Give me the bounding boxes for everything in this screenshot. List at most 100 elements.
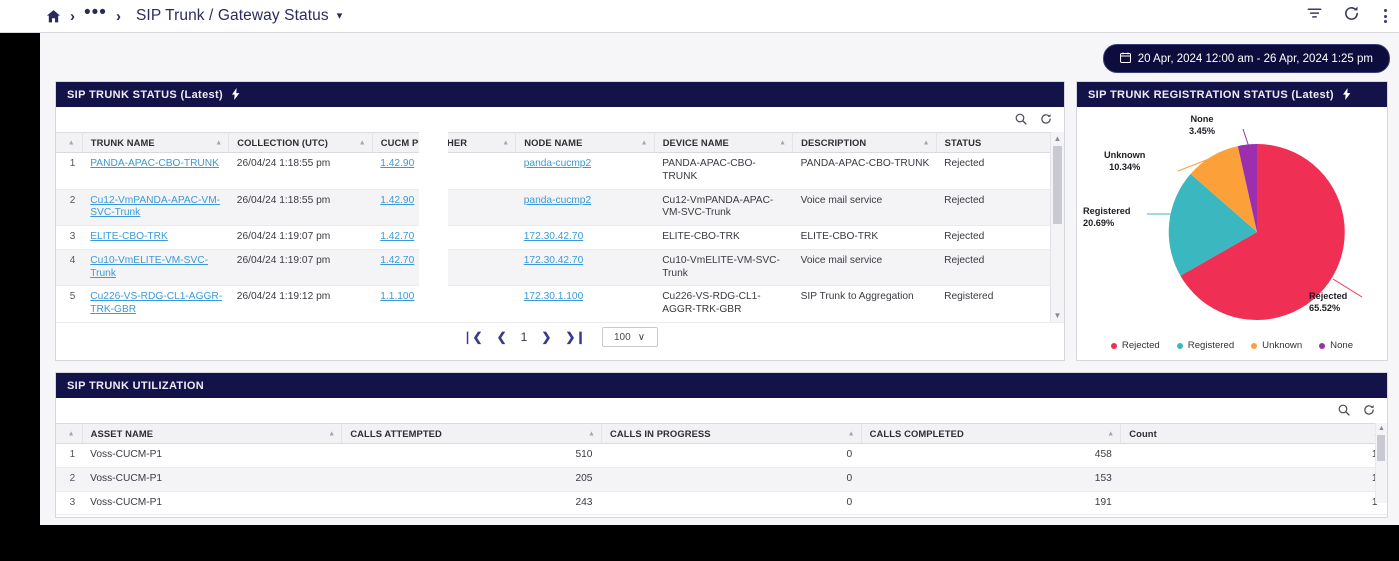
scroll-up-icon[interactable]: ▲ [1376,423,1387,434]
cell-trunk-name[interactable]: Cu12-VmPANDA-APAC-VM-SVC-Trunk [82,189,229,226]
cell-calls-completed: 458 [861,443,1121,468]
scrollbar-thumb[interactable] [1377,435,1385,461]
calendar-icon [1119,52,1131,66]
util-col-calls-completed[interactable]: CALLS COMPLETED ▲ [861,423,1122,444]
util-col-count[interactable]: Count▲ [1120,423,1387,444]
utilization-table-area: ▲ ASSET NAME ▲ CALLS ATTEMPTED ▲ CALLS IN … [56,423,1387,516]
chevron-down-icon[interactable]: ▾ [337,10,343,22]
topbar-actions [1306,5,1399,27]
sip-trunk-status-table: ▲ TRUNK NAME▲ COLLECTION (UTC)▲ CUCM PUB… [56,132,1064,322]
status-table-scroll-area: ▲ TRUNK NAME▲ COLLECTION (UTC)▲ CUCM PUB… [56,132,1064,322]
util-col-index[interactable]: ▲ [56,423,83,444]
scroll-up-icon[interactable]: ▲ [1051,132,1064,145]
sort-caret-icon: ▲ [67,430,75,437]
cell-status: Rejected [936,249,1064,287]
scrollbar-thumb[interactable] [1053,146,1062,224]
refresh-icon[interactable] [1040,112,1052,130]
legend-item-rejected[interactable]: Rejected [1110,340,1160,351]
pie-label-unknown: Unknown 10.34% [1104,150,1146,173]
search-icon[interactable] [1015,112,1027,130]
legend-item-unknown[interactable]: Unknown [1251,340,1302,351]
status-table-scrollbar[interactable]: ▲ ▼ [1050,132,1064,322]
sort-caret-icon: ▲ [328,430,336,437]
table-row[interactable]: 4 Cu10-VmELITE-VM-SVC-Trunk 26/04/24 1:1… [56,249,1064,287]
refresh-icon[interactable] [1343,5,1360,27]
status-table-tools [56,107,1064,132]
table-row[interactable]: 2 Cu12-VmPANDA-APAC-VM-SVC-Trunk 26/04/2… [56,189,1064,226]
pie-label-registered: Registered 20.69% [1083,206,1131,229]
cell-collection: 26/04/24 1:19:12 pm [228,285,373,322]
date-range-badge[interactable]: 20 Apr, 2024 12:00 am - 26 Apr, 2024 1:2… [1102,44,1390,73]
cell-node-name[interactable]: 172.30.42.70 [515,225,655,250]
status-col-collection[interactable]: COLLECTION (UTC) ▲ [228,132,373,153]
util-col-calls-attempted[interactable]: CALLS ATTEMPTED ▲ [341,423,602,444]
status-col-index[interactable]: ▲ [56,132,83,153]
status-col-node-name[interactable]: NODE NAME ▲ [515,132,655,153]
cell-device-name: Cu12-VmPANDA-APAC-VM-SVC-Trunk [654,189,793,226]
breadcrumb-ellipsis[interactable]: ••• [84,3,107,25]
refresh-icon[interactable] [1363,403,1375,421]
utilization-table-tools [56,398,1387,423]
table-row[interactable]: 5 Cu226-VS-RDG-CL1-AGGR-TRK-GBR 26/04/24… [56,285,1064,322]
sort-caret-icon: ▲ [587,430,595,437]
search-icon[interactable] [1338,403,1350,421]
cell-trunk-name[interactable]: ELITE-CBO-TRK [82,225,229,250]
pie-label-none: None 3.45% [1189,114,1216,137]
cell-description: PANDA-APAC-CBO-TRUNK [792,152,937,190]
filter-icon[interactable] [1306,5,1323,27]
cell-count: 1 [1120,443,1387,468]
sip-trunk-registration-status-panel: SIP TRUNK REGISTRATION STATUS (Latest) N… [1076,81,1388,361]
scroll-down-icon[interactable]: ▼ [1051,309,1064,322]
table-row[interactable]: 1 Voss-CUCM-P1 510 0 458 1 [56,443,1387,468]
kebab-menu-icon[interactable] [1380,9,1391,23]
cell-asset-name: Voss-CUCM-P1 [82,443,342,468]
pagination-current-page[interactable]: 1 [521,331,528,343]
table-row[interactable]: 1 PANDA-APAC-CBO-TRUNK 26/04/24 1:18:55 … [56,152,1064,190]
util-col-calls-in-progress[interactable]: CALLS IN PROGRESS ▲ [601,423,862,444]
cell-trunk-name[interactable]: PANDA-APAC-CBO-TRUNK [82,152,229,190]
utilization-table-scrollbar[interactable]: ▲ [1375,423,1387,503]
cell-collection: 26/04/24 1:18:55 pm [228,152,373,190]
cell-node-name[interactable]: panda-cucmp2 [515,189,655,226]
lightning-bolt-icon [1342,87,1351,102]
column-overlay [419,132,448,322]
util-col-asset-name[interactable]: ASSET NAME ▲ [82,423,343,444]
pagination-prev-button[interactable]: ❮ [497,331,507,343]
sort-caret-icon: ▲ [215,139,223,146]
pagination-next-button[interactable]: ❯ [541,331,551,343]
cell-calls-in-progress: 0 [601,443,862,468]
pagination-first-button[interactable]: ❘❮ [462,331,482,343]
cell-count: 1 [1120,491,1387,516]
breadcrumb-separator-1: › [70,7,75,25]
status-col-device-name[interactable]: DEVICE NAME ▲ [654,132,794,153]
cell-trunk-name[interactable]: Cu10-VmELITE-VM-SVC-Trunk [82,249,229,287]
table-row[interactable]: 3 ELITE-CBO-TRK 26/04/24 1:19:07 pm 1.42… [56,225,1064,250]
chevron-down-icon: ∨ [637,331,646,343]
sip-trunk-status-title: SIP TRUNK STATUS (Latest) [67,88,224,101]
row-index: 5 [56,285,83,322]
status-col-description[interactable]: DESCRIPTION ▲ [792,132,937,153]
page-size-select[interactable]: 100 ∨ [601,327,658,347]
page-title: SIP Trunk / Gateway Status [135,7,329,24]
cell-node-name[interactable]: 172.30.42.70 [515,249,655,287]
breadcrumb-separator-2: › [115,7,121,25]
status-col-trunk-name[interactable]: TRUNK NAME ▲ [82,132,230,153]
cell-calls-in-progress: 0 [601,491,862,516]
row-index: 2 [56,189,83,226]
sip-trunk-utilization-panel: SIP TRUNK UTILIZATION ▲ ASSET NAME ▲ CAL… [55,372,1388,518]
cell-node-name[interactable]: panda-cucmp2 [515,152,655,190]
cell-device-name: PANDA-APAC-CBO-TRUNK [654,152,793,190]
legend-item-registered[interactable]: Registered [1176,340,1234,351]
legend-item-none[interactable]: None [1319,340,1353,351]
table-row[interactable]: 2 Voss-CUCM-P1 205 0 153 1 [56,467,1387,492]
cell-description: Voice mail service [792,249,937,287]
cell-node-name[interactable]: 172.30.1.100 [515,285,655,322]
pagination-last-button[interactable]: ❯❙ [565,331,585,343]
table-row[interactable]: 3 Voss-CUCM-P1 243 0 191 1 [56,491,1387,516]
home-icon[interactable] [46,9,61,24]
pie-legend: Rejected Registered Unknown None [1077,340,1387,351]
status-col-status[interactable]: STATUS▲ [936,132,1064,153]
cell-calls-in-progress: 0 [601,467,862,492]
cell-trunk-name[interactable]: Cu226-VS-RDG-CL1-AGGR-TRK-GBR [82,285,229,322]
page-size-value: 100 [614,331,631,343]
